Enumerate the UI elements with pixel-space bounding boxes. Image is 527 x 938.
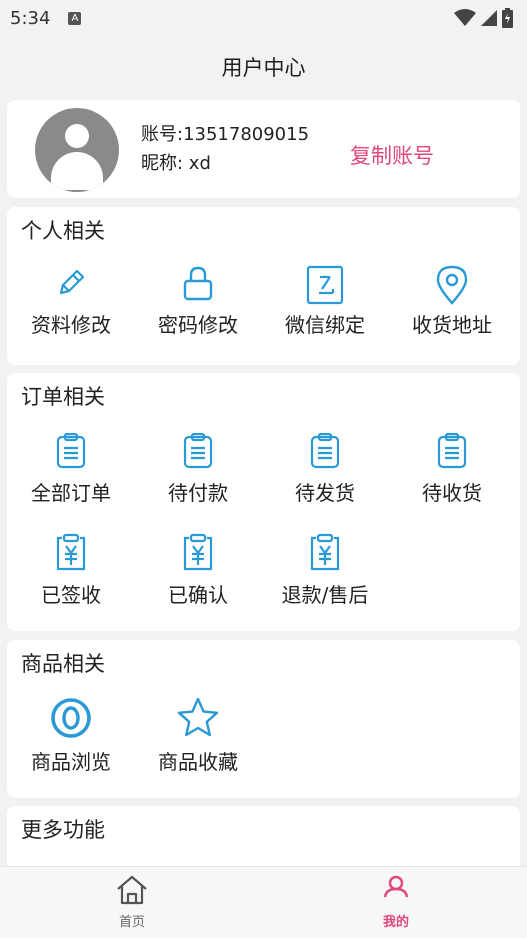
location-pin-icon	[436, 265, 468, 305]
yuan-clipboard-icon	[183, 533, 213, 571]
wifi-icon	[454, 9, 476, 26]
section-title-personal: 个人相关	[21, 219, 105, 243]
grid-label: 密码修改	[158, 313, 238, 337]
grid-label: 微信绑定	[285, 313, 365, 337]
section-title-more: 更多功能	[21, 818, 105, 842]
grid-label: 退款/售后	[281, 583, 369, 607]
grid-label: 待发货	[295, 481, 355, 505]
a-letter-icon: A	[68, 11, 82, 25]
personal-section: 个人相关 资料修改 密码修改 微信绑定 收货地址	[7, 207, 520, 365]
copy-account-button[interactable]: 复制账号	[350, 140, 434, 170]
all-orders-button[interactable]: 全部订单	[7, 433, 135, 525]
pencil-icon	[59, 269, 85, 295]
orders-section: 订单相关 全部订单 待付款 待发货 待收货 已签收 已确认 退款/售后	[7, 373, 520, 631]
star-icon	[177, 697, 219, 737]
account-number: 账号:13517809015	[141, 124, 310, 145]
wechat-bind-button[interactable]: 微信绑定	[261, 265, 389, 357]
status-time: 5:34	[10, 7, 51, 29]
favorite-goods-button[interactable]: 商品收藏	[134, 696, 262, 788]
browse-goods-button[interactable]: 商品浏览	[7, 696, 135, 788]
grid-label: 收货地址	[412, 313, 492, 337]
clipboard-icon	[437, 433, 467, 469]
clipboard-icon	[56, 433, 86, 469]
signed-orders-button[interactable]: 已签收	[7, 533, 135, 625]
wechat-bind-icon	[306, 265, 344, 305]
grid-label: 商品浏览	[31, 750, 111, 774]
yuan-clipboard-icon	[310, 533, 340, 571]
nickname: 昵称: xd	[141, 153, 211, 174]
section-title-orders: 订单相关	[21, 385, 105, 409]
signal-icon	[481, 10, 497, 26]
title-bar: 用户中心	[0, 36, 527, 98]
section-title-goods: 商品相关	[21, 652, 105, 676]
lock-icon	[183, 266, 213, 301]
refund-aftersale-button[interactable]: 退款/售后	[261, 533, 389, 625]
avatar-head-shape	[65, 124, 89, 148]
clipboard-icon	[310, 433, 340, 469]
grid-label: 待收货	[422, 481, 482, 505]
battery-icon	[502, 8, 513, 28]
status-right	[454, 8, 513, 28]
nav-mine-label: 我的	[382, 915, 409, 930]
password-edit-button[interactable]: 密码修改	[134, 265, 262, 357]
user-icon	[383, 875, 409, 898]
page-title: 用户中心	[221, 56, 306, 80]
status-left: 5:34 A	[10, 7, 82, 29]
nav-home[interactable]: 首页	[92, 875, 172, 930]
grid-label: 全部订单	[31, 481, 111, 505]
profile-card: 账号:13517809015 昵称: xd 复制账号	[7, 100, 520, 198]
status-bar: 5:34 A	[0, 0, 527, 36]
profile-edit-button[interactable]: 资料修改	[7, 265, 135, 357]
nav-mine[interactable]: 我的	[356, 875, 436, 930]
grid-label: 商品收藏	[158, 750, 238, 774]
pending-shipment-button[interactable]: 待发货	[261, 433, 389, 525]
clipboard-icon	[183, 433, 213, 469]
grid-label: 待付款	[168, 481, 228, 505]
yuan-clipboard-icon	[56, 533, 86, 571]
avatar[interactable]	[35, 108, 119, 192]
bottom-nav: 首页 我的	[0, 866, 527, 938]
nav-home-label: 首页	[118, 915, 145, 930]
grid-label: 已确认	[168, 583, 228, 607]
confirmed-orders-button[interactable]: 已确认	[134, 533, 262, 625]
shipping-address-button[interactable]: 收货地址	[388, 265, 516, 357]
more-section: 更多功能	[7, 806, 520, 866]
pending-payment-button[interactable]: 待付款	[134, 433, 262, 525]
grid-label: 已签收	[41, 583, 101, 607]
home-icon	[117, 875, 147, 905]
grid-label: 资料修改	[31, 313, 111, 337]
account-info: 账号:13517809015 昵称: xd	[141, 120, 309, 178]
avatar-body-shape	[51, 152, 103, 190]
eye-ring-icon	[51, 698, 91, 738]
pending-receipt-button[interactable]: 待收货	[388, 433, 516, 525]
goods-section: 商品相关 商品浏览 商品收藏	[7, 640, 520, 798]
